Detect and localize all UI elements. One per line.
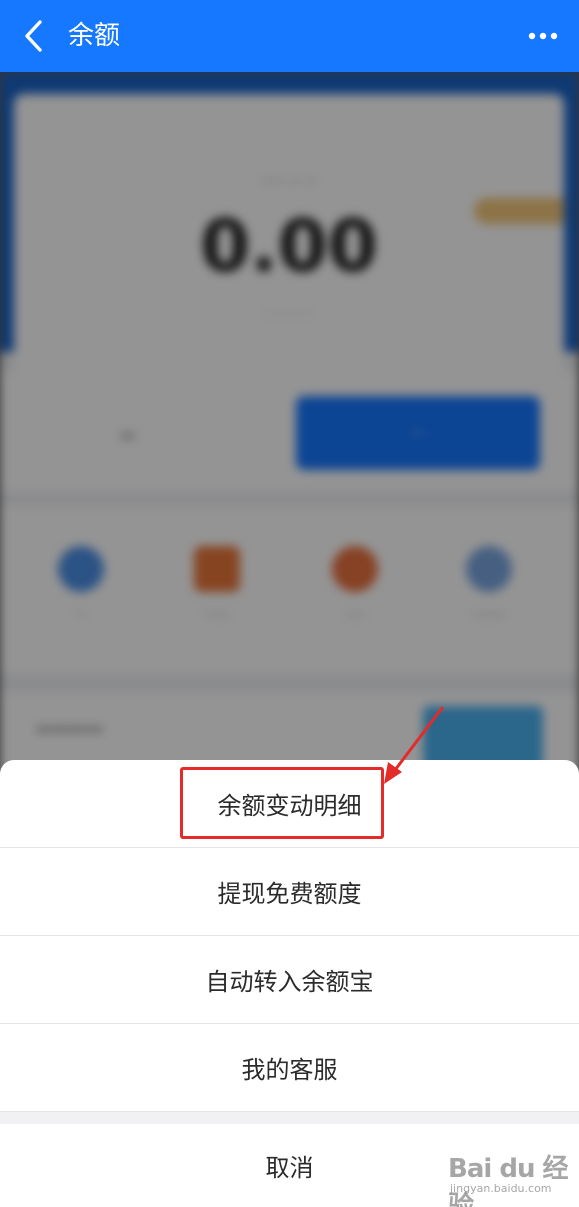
back-button[interactable] xyxy=(14,14,54,58)
more-button[interactable] xyxy=(523,20,563,52)
annotation-arrow-icon xyxy=(384,706,444,784)
sheet-item-auto-transfer[interactable]: 自动转入余额宝 xyxy=(0,936,579,1024)
action-sheet: 余额变动明细 提现免费额度 自动转入余额宝 我的客服 取消 xyxy=(0,760,579,1207)
more-horizontal-icon xyxy=(528,32,558,40)
page-title: 余额 xyxy=(68,21,121,51)
watermark-site: jingyan.baidu.com xyxy=(450,1182,552,1195)
sheet-item-free-withdraw-quota[interactable]: 提现免费额度 xyxy=(0,848,579,936)
sheet-item-balance-details[interactable]: 余额变动明细 xyxy=(0,760,579,848)
sheet-item-customer-service[interactable]: 我的客服 xyxy=(0,1024,579,1112)
sheet-divider xyxy=(0,1112,579,1124)
chevron-left-icon xyxy=(25,20,42,52)
watermark-brand: Bai du 经验 xyxy=(448,1154,569,1207)
header-bar: 余额 xyxy=(0,0,579,72)
baidu-jingyan-watermark: Bai du 经验 jingyan.baidu.com xyxy=(448,1146,574,1207)
